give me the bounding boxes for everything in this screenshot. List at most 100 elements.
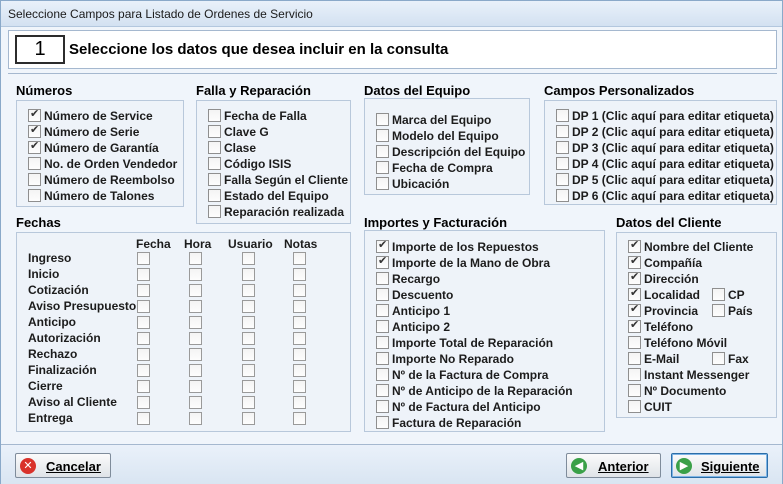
fechas-checkbox[interactable] bbox=[189, 396, 202, 409]
checkbox[interactable] bbox=[556, 125, 569, 138]
fechas-checkbox[interactable] bbox=[242, 252, 255, 265]
checkbox[interactable] bbox=[28, 107, 41, 122]
checkbox[interactable] bbox=[208, 141, 221, 154]
checkbox[interactable] bbox=[376, 238, 389, 253]
checkbox[interactable] bbox=[712, 304, 725, 317]
fechas-checkbox[interactable] bbox=[189, 332, 202, 345]
fechas-checkbox[interactable] bbox=[137, 348, 150, 361]
fechas-checkbox[interactable] bbox=[137, 300, 150, 313]
checkbox-label: Factura de Reparación bbox=[392, 416, 522, 430]
checkbox[interactable] bbox=[556, 173, 569, 186]
checkbox[interactable] bbox=[28, 157, 41, 170]
checkbox[interactable] bbox=[628, 400, 641, 413]
fechas-checkbox[interactable] bbox=[242, 268, 255, 281]
checkbox[interactable] bbox=[376, 177, 389, 190]
fechas-checkbox[interactable] bbox=[189, 284, 202, 297]
checkbox[interactable] bbox=[628, 384, 641, 397]
checkbox[interactable] bbox=[208, 173, 221, 186]
checkbox[interactable] bbox=[556, 157, 569, 170]
previous-button[interactable]: ◀ Anterior bbox=[566, 453, 661, 478]
checkbox[interactable] bbox=[28, 189, 41, 202]
checkbox[interactable] bbox=[376, 254, 389, 269]
checkbox[interactable] bbox=[628, 368, 641, 381]
fechas-checkbox[interactable] bbox=[293, 348, 306, 361]
checkbox-label: Dirección bbox=[644, 272, 699, 286]
fechas-checkbox[interactable] bbox=[293, 284, 306, 297]
fechas-checkbox[interactable] bbox=[189, 268, 202, 281]
fechas-checkbox[interactable] bbox=[293, 252, 306, 265]
checkbox[interactable] bbox=[376, 384, 389, 397]
fechas-checkbox[interactable] bbox=[293, 332, 306, 345]
checkbox[interactable] bbox=[208, 109, 221, 122]
checkbox[interactable] bbox=[628, 270, 641, 285]
checkbox[interactable] bbox=[556, 189, 569, 202]
fechas-checkbox[interactable] bbox=[137, 364, 150, 377]
fechas-checkbox[interactable] bbox=[137, 412, 150, 425]
checkbox[interactable] bbox=[628, 352, 641, 365]
checkbox[interactable] bbox=[712, 352, 725, 365]
checkbox[interactable] bbox=[556, 109, 569, 122]
fechas-checkbox[interactable] bbox=[137, 284, 150, 297]
checkbox[interactable] bbox=[628, 238, 641, 253]
checkbox[interactable] bbox=[376, 336, 389, 349]
checkbox[interactable] bbox=[376, 416, 389, 429]
checkbox[interactable] bbox=[208, 189, 221, 202]
fechas-checkbox[interactable] bbox=[137, 396, 150, 409]
checkbox[interactable] bbox=[628, 318, 641, 333]
fechas-checkbox[interactable] bbox=[189, 412, 202, 425]
fechas-checkbox[interactable] bbox=[189, 348, 202, 361]
checkbox[interactable] bbox=[376, 320, 389, 333]
fechas-checkbox[interactable] bbox=[242, 364, 255, 377]
fechas-checkbox[interactable] bbox=[189, 316, 202, 329]
fechas-checkbox[interactable] bbox=[189, 300, 202, 313]
fechas-checkbox[interactable] bbox=[137, 252, 150, 265]
checkbox[interactable] bbox=[376, 368, 389, 381]
checkbox[interactable] bbox=[376, 129, 389, 142]
fechas-checkbox[interactable] bbox=[293, 412, 306, 425]
checkbox[interactable] bbox=[376, 288, 389, 301]
fechas-checkbox[interactable] bbox=[242, 396, 255, 409]
fechas-checkbox[interactable] bbox=[242, 316, 255, 329]
fechas-checkbox[interactable] bbox=[293, 268, 306, 281]
fechas-checkbox[interactable] bbox=[137, 332, 150, 345]
checkbox[interactable] bbox=[376, 113, 389, 126]
fechas-checkbox[interactable] bbox=[242, 380, 255, 393]
fechas-checkbox[interactable] bbox=[242, 300, 255, 313]
checkbox[interactable] bbox=[376, 400, 389, 413]
fechas-checkbox[interactable] bbox=[293, 316, 306, 329]
checkbox[interactable] bbox=[376, 161, 389, 174]
checkbox[interactable] bbox=[28, 123, 41, 138]
checkbox[interactable] bbox=[628, 254, 641, 269]
checkbox[interactable] bbox=[556, 141, 569, 154]
fechas-checkbox[interactable] bbox=[242, 332, 255, 345]
checkbox[interactable] bbox=[376, 272, 389, 285]
checkbox[interactable] bbox=[376, 145, 389, 158]
fechas-checkbox[interactable] bbox=[137, 380, 150, 393]
checkbox[interactable] bbox=[376, 352, 389, 365]
fechas-checkbox[interactable] bbox=[293, 396, 306, 409]
next-button[interactable]: ▶ Siguiente bbox=[671, 453, 768, 478]
fechas-checkbox[interactable] bbox=[242, 348, 255, 361]
checkbox[interactable] bbox=[628, 286, 641, 301]
fechas-checkbox[interactable] bbox=[242, 412, 255, 425]
checkbox[interactable] bbox=[208, 157, 221, 170]
fechas-checkbox[interactable] bbox=[189, 364, 202, 377]
fechas-checkbox[interactable] bbox=[293, 364, 306, 377]
fechas-checkbox[interactable] bbox=[189, 380, 202, 393]
checkbox[interactable] bbox=[28, 139, 41, 154]
cancel-button[interactable]: ✕ Cancelar bbox=[15, 453, 111, 478]
fechas-checkbox[interactable] bbox=[242, 284, 255, 297]
fechas-checkbox[interactable] bbox=[189, 252, 202, 265]
fechas-checkbox[interactable] bbox=[293, 380, 306, 393]
checkbox[interactable] bbox=[628, 302, 641, 317]
fechas-checkbox[interactable] bbox=[137, 316, 150, 329]
checkbox[interactable] bbox=[208, 205, 221, 218]
checkbox[interactable] bbox=[628, 336, 641, 349]
fechas-checkbox[interactable] bbox=[293, 300, 306, 313]
checkbox-label: Modelo del Equipo bbox=[392, 129, 499, 143]
fechas-checkbox[interactable] bbox=[137, 268, 150, 281]
checkbox[interactable] bbox=[208, 125, 221, 138]
checkbox[interactable] bbox=[376, 304, 389, 317]
checkbox[interactable] bbox=[712, 288, 725, 301]
checkbox[interactable] bbox=[28, 173, 41, 186]
